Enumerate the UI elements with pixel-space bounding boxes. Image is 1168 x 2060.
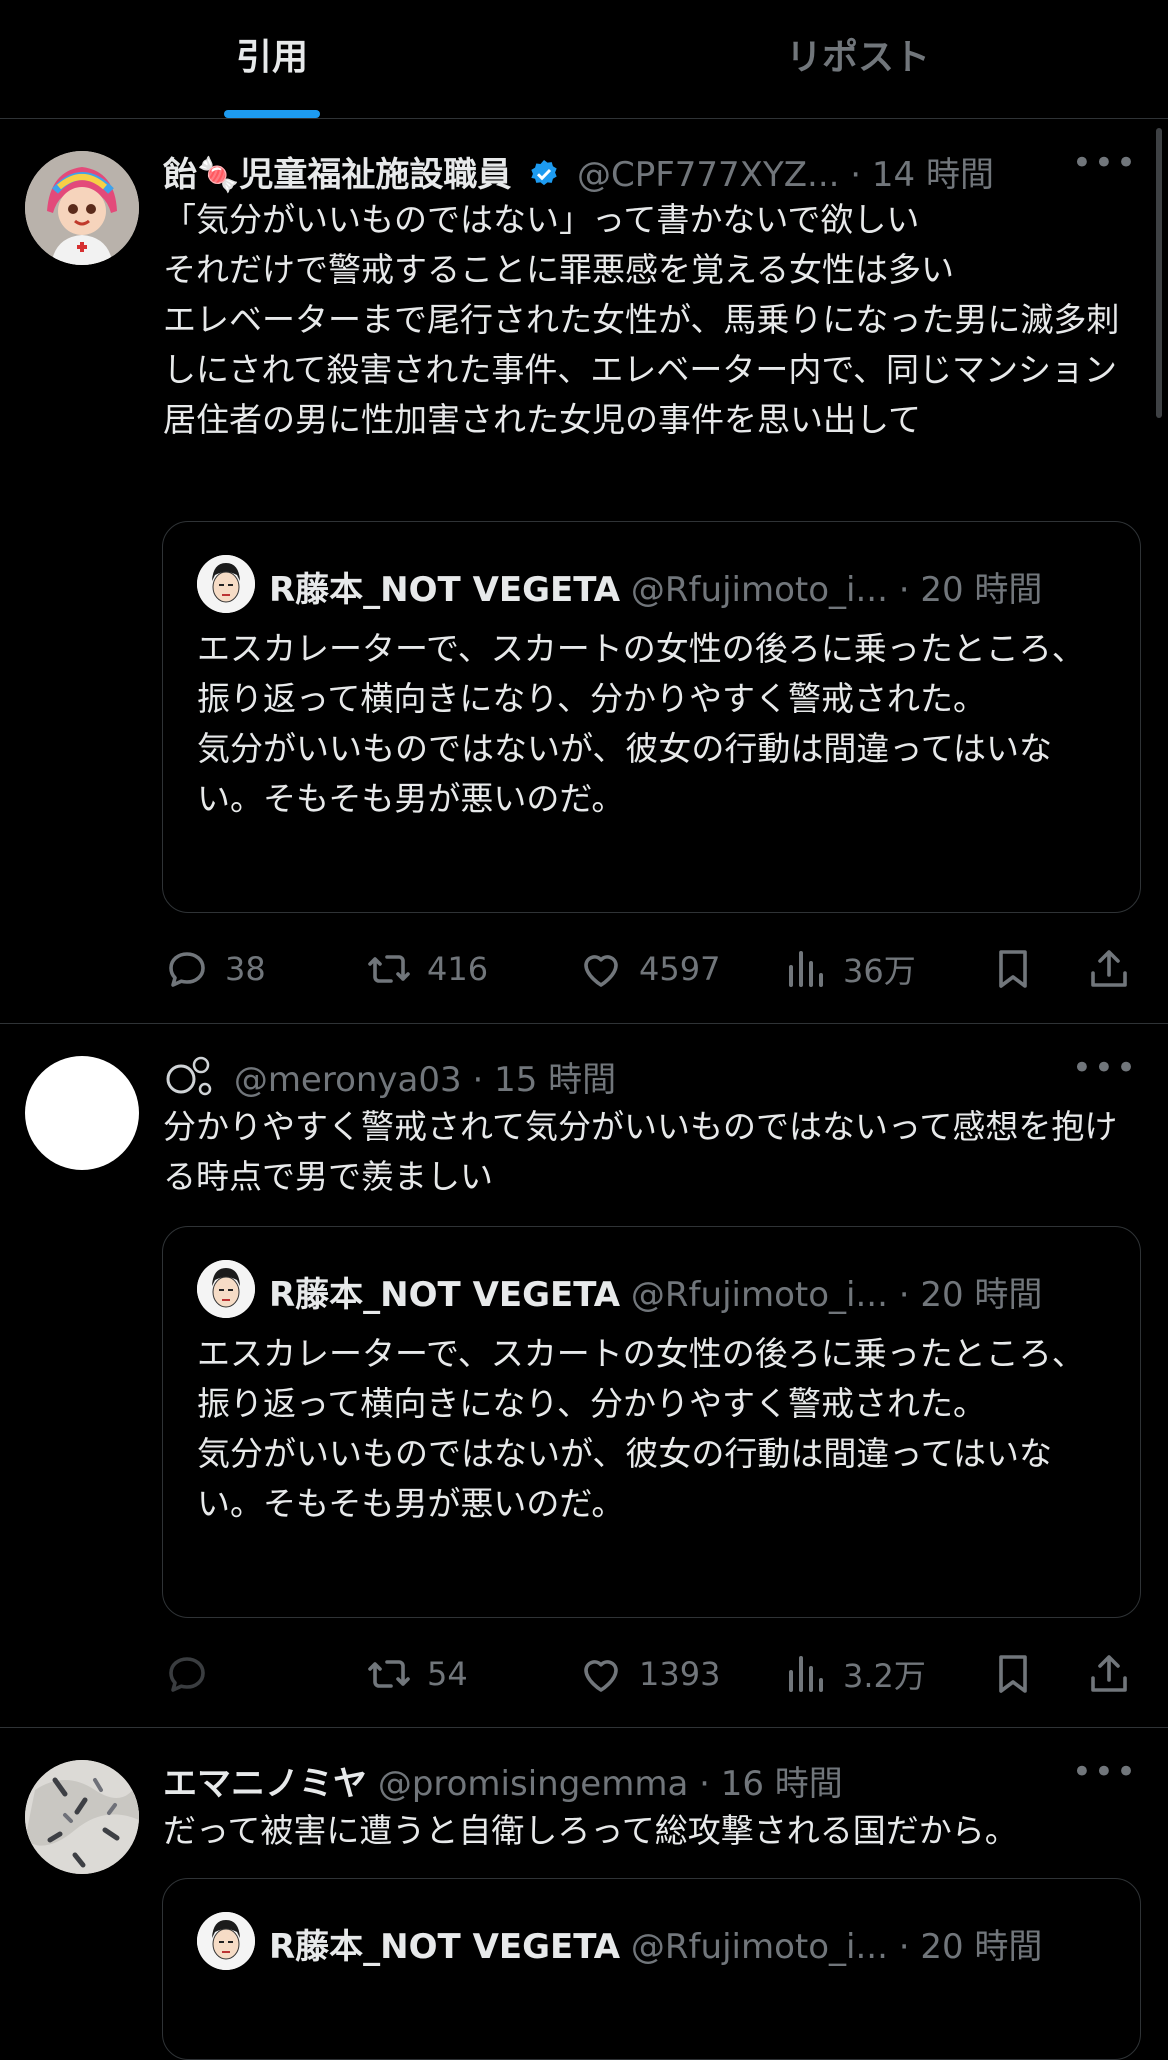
like-icon: [584, 955, 618, 987]
reply-count: 38: [225, 950, 266, 988]
repost-count: 54: [427, 1655, 468, 1693]
reply-icon: [169, 1657, 205, 1692]
views-icon: [789, 951, 823, 987]
bubbles-icon: [166, 1056, 212, 1096]
post-time[interactable]: · 14 時間: [850, 155, 994, 195]
tab-quotes[interactable]: 引用: [236, 28, 308, 80]
avatar[interactable]: [25, 1056, 139, 1170]
post[interactable]: エマニノミヤ @promisingemma · 16 時間 ••• だって被害に…: [0, 1728, 1168, 2060]
display-name[interactable]: 飴🍬児童福祉施設職員: [163, 155, 511, 195]
repost-button[interactable]: 54: [365, 1644, 468, 1704]
post-text: 「気分がいいものではない」って書かないで欲しい それだけで警戒することに罪悪感を…: [163, 200, 1120, 439]
quoted-header: R藤本_NOT VEGETA @Rfujimoto_i... · 20 時間: [269, 562, 1042, 611]
bookmark-icon: [999, 950, 1027, 988]
post-time[interactable]: · 15 時間: [472, 1060, 616, 1100]
quoted-avatar: [197, 1912, 255, 1970]
post[interactable]: 飴🍬児童福祉施設職員 @CPF777XYZ... · 14 時間 ••• 「気分…: [0, 119, 1168, 1024]
repost-count: 416: [427, 950, 489, 988]
quoted-handle: @Rfujimoto_i...: [630, 570, 888, 610]
user-handle[interactable]: @CPF777XYZ...: [577, 155, 839, 195]
like-button[interactable]: 1393: [577, 1644, 720, 1704]
avatar[interactable]: [25, 1760, 139, 1874]
more-icon[interactable]: •••: [1072, 1752, 1138, 1792]
quoted-display-name: R藤本_NOT VEGETA: [269, 1275, 621, 1315]
share-icon: [1091, 950, 1127, 987]
reply-icon: [169, 952, 205, 987]
quoted-time: · 20 時間: [898, 1927, 1043, 1967]
like-count: 4597: [639, 950, 721, 988]
tab-bar: 引用 リポスト: [0, 0, 1168, 119]
more-icon[interactable]: •••: [1072, 1048, 1138, 1088]
quoted-avatar: [197, 1260, 255, 1318]
share-button[interactable]: [1085, 939, 1147, 999]
action-bar: 54 1393 3.2万: [163, 1644, 1143, 1704]
user-handle[interactable]: @meronya03: [234, 1060, 462, 1100]
bookmark-icon: [999, 1655, 1027, 1693]
quoted-text: エスカレーターで、スカートの女性の後ろに乗ったところ、振り返って横向きになり、分…: [197, 629, 1085, 818]
quoted-header: R藤本_NOT VEGETA @Rfujimoto_i... · 20 時間: [269, 1267, 1042, 1316]
quoted-time: · 20 時間: [898, 1275, 1043, 1315]
verified-badge-icon: [531, 160, 557, 186]
reply-button[interactable]: 38: [163, 939, 266, 999]
like-button[interactable]: 4597: [577, 939, 720, 999]
post-time[interactable]: · 16 時間: [699, 1764, 843, 1804]
post-header: @meronya03 · 15 時間: [163, 1052, 616, 1101]
share-button[interactable]: [1085, 1644, 1147, 1704]
views-button[interactable]: 3.2万: [781, 1644, 926, 1704]
post-header: エマニノミヤ @promisingemma · 16 時間: [163, 1756, 843, 1805]
post-text: だって被害に遭うと自衛しろって総攻撃される国だから。: [163, 1811, 1018, 1850]
bookmark-button[interactable]: [989, 939, 1051, 999]
quoted-header: R藤本_NOT VEGETA @Rfujimoto_i... · 20 時間: [269, 1919, 1042, 1968]
views-button[interactable]: 36万: [781, 939, 916, 999]
more-icon[interactable]: •••: [1072, 143, 1138, 183]
like-count: 1393: [639, 1655, 721, 1693]
post-header: 飴🍬児童福祉施設職員 @CPF777XYZ... · 14 時間: [163, 147, 994, 196]
display-name[interactable]: エマニノミヤ: [163, 1764, 367, 1804]
quoted-post[interactable]: R藤本_NOT VEGETA @Rfujimoto_i... · 20 時間: [162, 1878, 1141, 2060]
action-bar: 38 416 4597 36万: [163, 939, 1143, 999]
views-icon: [789, 1656, 823, 1692]
repost-icon: [368, 955, 410, 983]
avatar[interactable]: [25, 151, 139, 265]
quoted-handle: @Rfujimoto_i...: [630, 1275, 888, 1315]
repost-button[interactable]: 416: [365, 939, 488, 999]
post-text: 分かりやすく警戒されて気分がいいものではないって感想を抱ける時点で男で羨ましい: [163, 1107, 1118, 1196]
user-handle[interactable]: @promisingemma: [378, 1764, 688, 1804]
quoted-display-name: R藤本_NOT VEGETA: [269, 1927, 621, 1967]
post[interactable]: @meronya03 · 15 時間 ••• 分かりやすく警戒されて気分がいいも…: [0, 1024, 1168, 1728]
views-count: 3.2万: [843, 1657, 926, 1695]
quoted-post[interactable]: R藤本_NOT VEGETA @Rfujimoto_i... · 20 時間 エ…: [162, 521, 1141, 913]
quoted-post[interactable]: R藤本_NOT VEGETA @Rfujimoto_i... · 20 時間 エ…: [162, 1226, 1141, 1618]
bookmark-button[interactable]: [989, 1644, 1051, 1704]
quoted-time: · 20 時間: [898, 570, 1043, 610]
reply-button[interactable]: [163, 1644, 225, 1704]
tab-reposts[interactable]: リポスト: [786, 28, 930, 80]
views-count: 36万: [843, 952, 916, 990]
quoted-avatar: [197, 555, 255, 613]
share-icon: [1091, 1655, 1127, 1692]
repost-icon: [368, 1660, 410, 1688]
active-tab-indicator: [224, 110, 320, 118]
quoted-handle: @Rfujimoto_i...: [630, 1927, 888, 1967]
like-icon: [584, 1660, 618, 1692]
quoted-display-name: R藤本_NOT VEGETA: [269, 570, 621, 610]
quoted-text: エスカレーターで、スカートの女性の後ろに乗ったところ、振り返って横向きになり、分…: [197, 1334, 1085, 1523]
